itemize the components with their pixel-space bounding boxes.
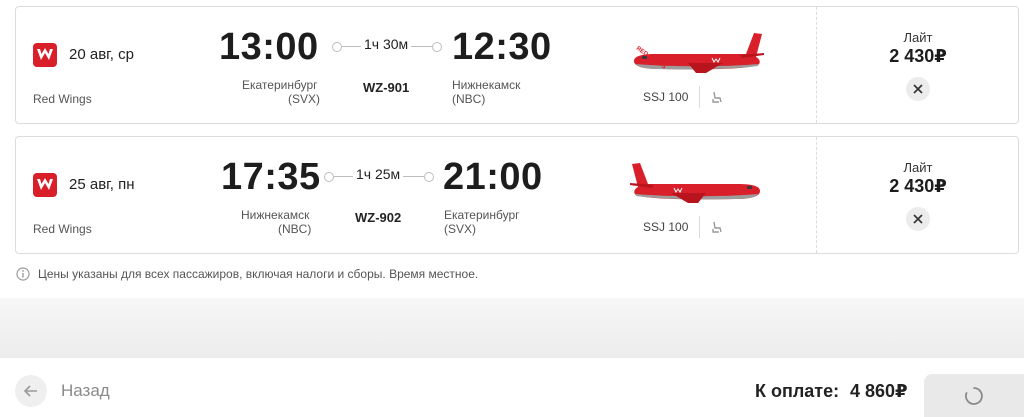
flight-card-return: 25 авг, пн Red Wings 17:35 1ч 25м 21:00 … [15, 136, 1019, 254]
fare-name: Лайт [903, 30, 933, 45]
note-text: Цены указаны для всех пассажиров, включа… [38, 267, 479, 281]
total-label: К оплате: [755, 381, 840, 401]
arrival-code: (SVX) [444, 222, 477, 236]
separator [699, 86, 700, 108]
arrival-code: (NBC) [452, 92, 486, 106]
total-amount: 4 860₽ [850, 381, 908, 401]
arrival-city: Нижнекамск [452, 78, 521, 92]
flight-card-outbound: 20 авг, ср Red Wings 13:00 1ч 30м 12:30 … [15, 6, 1019, 124]
red-wings-logo-icon [33, 43, 57, 67]
departure-code: (NBC) [278, 222, 312, 236]
remove-flight-button[interactable] [906, 207, 930, 231]
aircraft-model: SSJ 100 [643, 220, 689, 234]
airline-name: Red Wings [33, 92, 92, 106]
background-band [0, 298, 1024, 358]
separator [699, 216, 700, 238]
flight-number: WZ-902 [355, 210, 402, 225]
back-label[interactable]: Назад [61, 381, 110, 401]
pay-button[interactable] [924, 374, 1024, 417]
aircraft-icon [630, 163, 760, 203]
aircraft-icon: RED WINGS [634, 33, 764, 73]
fare-price: 2 430₽ [889, 46, 947, 66]
close-icon [913, 84, 923, 94]
seat-icon [712, 91, 722, 103]
arrival-city: Екатеринбург [444, 208, 520, 222]
arrival-time: 12:30 [452, 26, 552, 68]
close-icon [913, 214, 923, 224]
fare-price: 2 430₽ [889, 176, 947, 196]
back-circle[interactable] [15, 375, 47, 407]
departure-time: 17:35 [221, 156, 321, 198]
flight-date: 25 авг, пн [69, 176, 135, 193]
arrival-time: 21:00 [443, 156, 543, 198]
spinner-icon [965, 386, 983, 405]
red-wings-logo-icon [33, 173, 57, 197]
flight-date: 20 авг, ср [69, 46, 134, 63]
departure-city: Нижнекамск [241, 208, 310, 222]
flight-duration: 1ч 25м [353, 166, 404, 182]
fare-name: Лайт [903, 160, 933, 175]
departure-city: Екатеринбург [242, 78, 318, 92]
aircraft-model: SSJ 100 [643, 90, 689, 104]
arrow-left-icon [24, 385, 37, 397]
departure-code: (SVX) [288, 92, 321, 106]
flight-duration: 1ч 30м [361, 36, 412, 52]
checkout-bar: Назад К оплате: 4 860₽ [0, 358, 1024, 417]
price-note: Цены указаны для всех пассажиров, включа… [16, 267, 478, 281]
departure-time: 13:00 [219, 26, 319, 68]
back-button[interactable]: Назад [15, 375, 110, 407]
flight-number: WZ-901 [363, 80, 410, 95]
seat-icon [712, 221, 722, 233]
airline-name: Red Wings [33, 222, 92, 236]
info-icon [16, 267, 30, 281]
remove-flight-button[interactable] [906, 77, 930, 101]
